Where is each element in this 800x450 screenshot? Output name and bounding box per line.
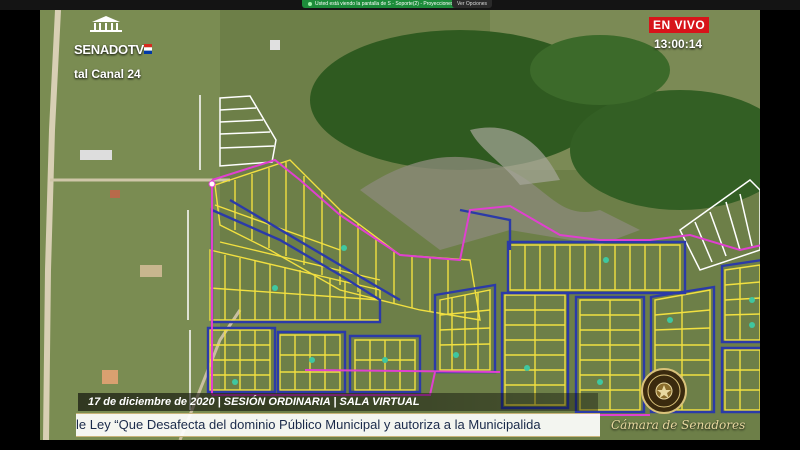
senado-tv-logo: SENADOTV (74, 16, 152, 70)
screen-share-indicator[interactable]: Usted está viendo la pantalla de S - Sop… (302, 0, 460, 8)
video-frame: SENADOTV tal Canal 24 EN VIVO 13:00:14 1… (40, 10, 760, 440)
letterbox-right (760, 10, 800, 450)
chamber-label: Cámara de Senadores (611, 418, 746, 432)
live-badge: EN VIVO (649, 17, 710, 33)
congress-building-icon (90, 16, 122, 32)
session-info-text: 17 de diciembre de 2020 | SESIÓN ORDINAR… (88, 396, 420, 408)
view-options-button[interactable]: Ver Opciones (452, 0, 493, 8)
letterbox-left (0, 10, 40, 450)
share-text: Usted está viendo la pantalla de S - Sop… (315, 1, 454, 7)
ticker-text: le Ley “Que Desafecta del dominio Públic… (76, 417, 541, 432)
share-status-icon (308, 2, 312, 6)
senate-seal-icon (641, 368, 687, 414)
top-share-bar: Usted está viendo la pantalla de S - Sop… (0, 0, 800, 10)
channel-label: tal Canal 24 (74, 67, 141, 81)
live-clock: 13:00:14 (654, 37, 703, 51)
ticker-bar: le Ley “Que Desafecta del dominio Públic… (76, 413, 600, 437)
flag-icon (144, 44, 152, 54)
logo-text: SENADOTV (74, 42, 144, 57)
session-info-bar: 17 de diciembre de 2020 | SESIÓN ORDINAR… (78, 393, 598, 411)
